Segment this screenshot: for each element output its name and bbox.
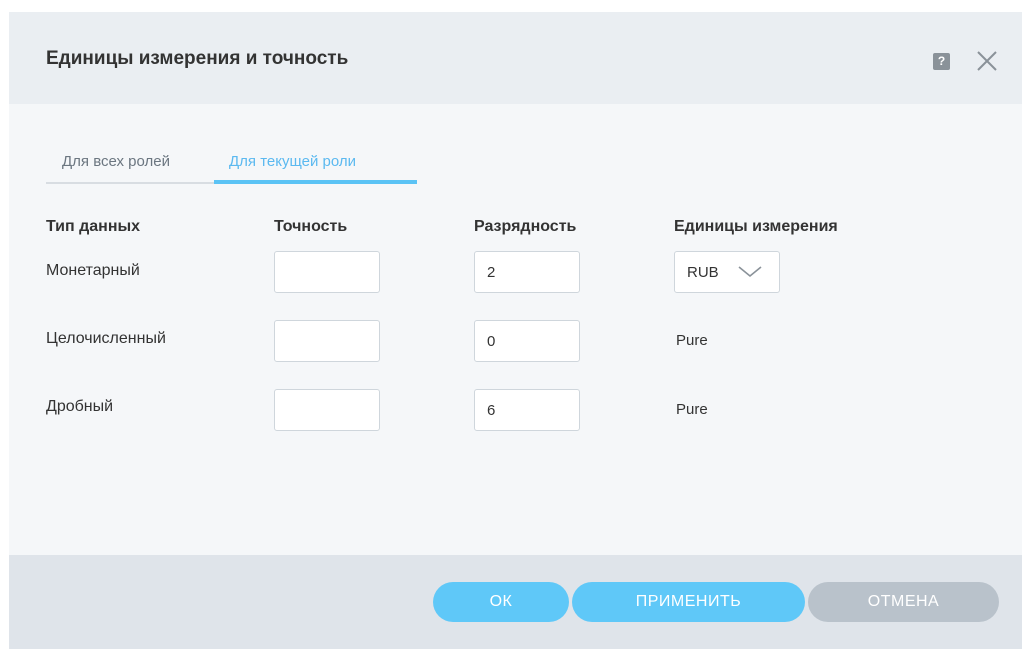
unit-select-value: RUB xyxy=(687,264,719,281)
apply-button[interactable]: ПРИМЕНИТЬ xyxy=(572,582,805,622)
digits-input-monetary[interactable] xyxy=(474,251,580,293)
unit-text-integer: Pure xyxy=(676,332,708,349)
digits-input-integer[interactable] xyxy=(474,320,580,362)
row-label-integer: Целочисленный xyxy=(46,330,166,347)
column-header-units: Единицы измерения xyxy=(674,218,838,235)
role-tabs: Для всех ролей Для текущей роли xyxy=(46,150,426,184)
units-precision-dialog: Единицы измерения и точность ? Для всех … xyxy=(9,12,1022,649)
precision-input-monetary[interactable] xyxy=(274,251,380,293)
digits-input-fractional[interactable] xyxy=(474,389,580,431)
dialog-header: Единицы измерения и точность ? xyxy=(9,12,1022,104)
cancel-button[interactable]: ОТМЕНА xyxy=(808,582,999,622)
column-header-digits: Разрядность xyxy=(474,218,577,235)
dialog-footer: ОК ПРИМЕНИТЬ ОТМЕНА xyxy=(9,555,1022,649)
unit-text-fractional: Pure xyxy=(676,401,708,418)
row-label-monetary: Монетарный xyxy=(46,262,140,279)
precision-input-fractional[interactable] xyxy=(274,389,380,431)
column-header-precision: Точность xyxy=(274,218,348,235)
chevron-down-icon xyxy=(738,266,762,278)
tab-all-roles[interactable]: Для всех ролей xyxy=(46,150,214,184)
ok-button[interactable]: ОК xyxy=(433,582,569,622)
help-icon[interactable]: ? xyxy=(933,53,950,70)
precision-input-integer[interactable] xyxy=(274,320,380,362)
close-icon[interactable] xyxy=(974,48,1000,74)
row-label-fractional: Дробный xyxy=(46,398,114,415)
unit-select-monetary[interactable]: RUB xyxy=(674,251,780,293)
dialog-title: Единицы измерения и точность xyxy=(46,48,349,69)
tab-current-role[interactable]: Для текущей роли xyxy=(214,150,417,184)
column-header-data-type: Тип данных xyxy=(46,218,141,235)
